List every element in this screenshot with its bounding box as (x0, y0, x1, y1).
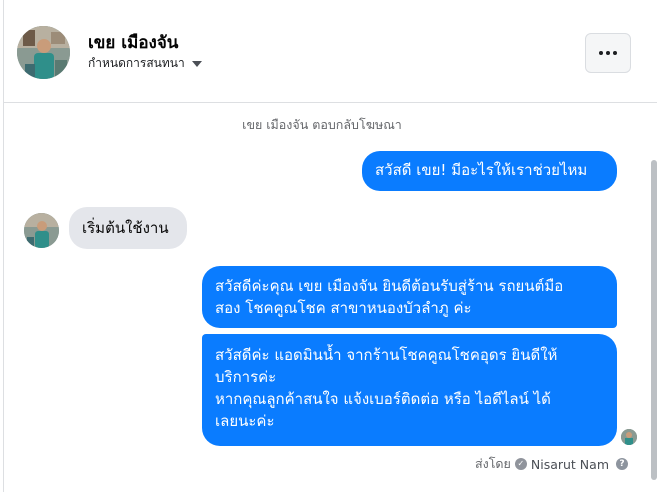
seen-indicator-avatar (621, 429, 637, 445)
message-line: สวัสดีค่ะ แอดมินน้ำ จากร้านโชคคูณโชคอุดร… (215, 346, 558, 364)
help-icon[interactable]: ? (616, 458, 628, 470)
message-text: สวัสดี เขย! มีอะไรให้เราช่วยไหม (375, 161, 588, 179)
check-circle-icon: ✓ (514, 458, 527, 470)
thread-scrollbar[interactable] (650, 104, 657, 492)
message-bubble-outgoing[interactable]: สวัสดีค่ะ แอดมินน้ำ จากร้านโชคคูณโชคอุดร… (202, 334, 617, 446)
message-line: เลยนะค่ะ (215, 412, 275, 430)
sent-by-info: ส่งโดย ✓ Nisarut Nam ? (475, 454, 628, 474)
sent-by-label: ส่งโดย (474, 456, 511, 471)
caret-down-icon (191, 61, 202, 67)
message-text: เริ่มต้นใช้งาน (82, 219, 169, 237)
more-horizontal-icon (599, 51, 603, 55)
message-bubble-outgoing[interactable]: สวัสดีค่ะคุณ เขย เมืองจัน ยินดีต้อนรับสู… (202, 266, 617, 328)
sender-avatar[interactable] (24, 213, 59, 248)
conversation-header: เขย เมืองจัน กำหนดการสนทนา (4, 0, 657, 103)
message-bubble-outgoing[interactable]: สวัสดี เขย! มีอะไรให้เราช่วยไหม (362, 151, 617, 191)
more-options-button[interactable] (585, 33, 631, 73)
conversation-settings-label: กำหนดการสนทนา (88, 56, 185, 70)
message-bubble-incoming[interactable]: เริ่มต้นใช้งาน (69, 207, 187, 249)
scrollbar-thumb[interactable] (651, 160, 657, 480)
messenger-conversation: เขย เมืองจัน กำหนดการสนทนา เขย เมืองจัน … (3, 0, 657, 492)
contact-avatar[interactable] (17, 26, 70, 79)
ad-reply-note: เขย เมืองจัน ตอบกลับโฆษณา (242, 117, 402, 132)
contact-name[interactable]: เขย เมืองจัน (88, 29, 178, 56)
message-line: สอง โชคคูณโชค สาขาหนองบัวลำภู ค่ะ (215, 299, 472, 317)
message-line: สวัสดีค่ะคุณ เขย เมืองจัน ยินดีต้อนรับสู… (215, 277, 564, 295)
message-thread: เขย เมืองจัน ตอบกลับโฆษณา สวัสดี เขย! มี… (4, 104, 650, 492)
message-line: หากคุณลูกค้าสนใจ แจ้งเบอร์ติดต่อ หรือ ไอ… (215, 390, 551, 408)
conversation-settings-dropdown[interactable]: กำหนดการสนทนา (88, 54, 202, 73)
message-line: บริการค่ะ (215, 368, 277, 386)
sender-name: Nisarut Nam (530, 456, 609, 472)
